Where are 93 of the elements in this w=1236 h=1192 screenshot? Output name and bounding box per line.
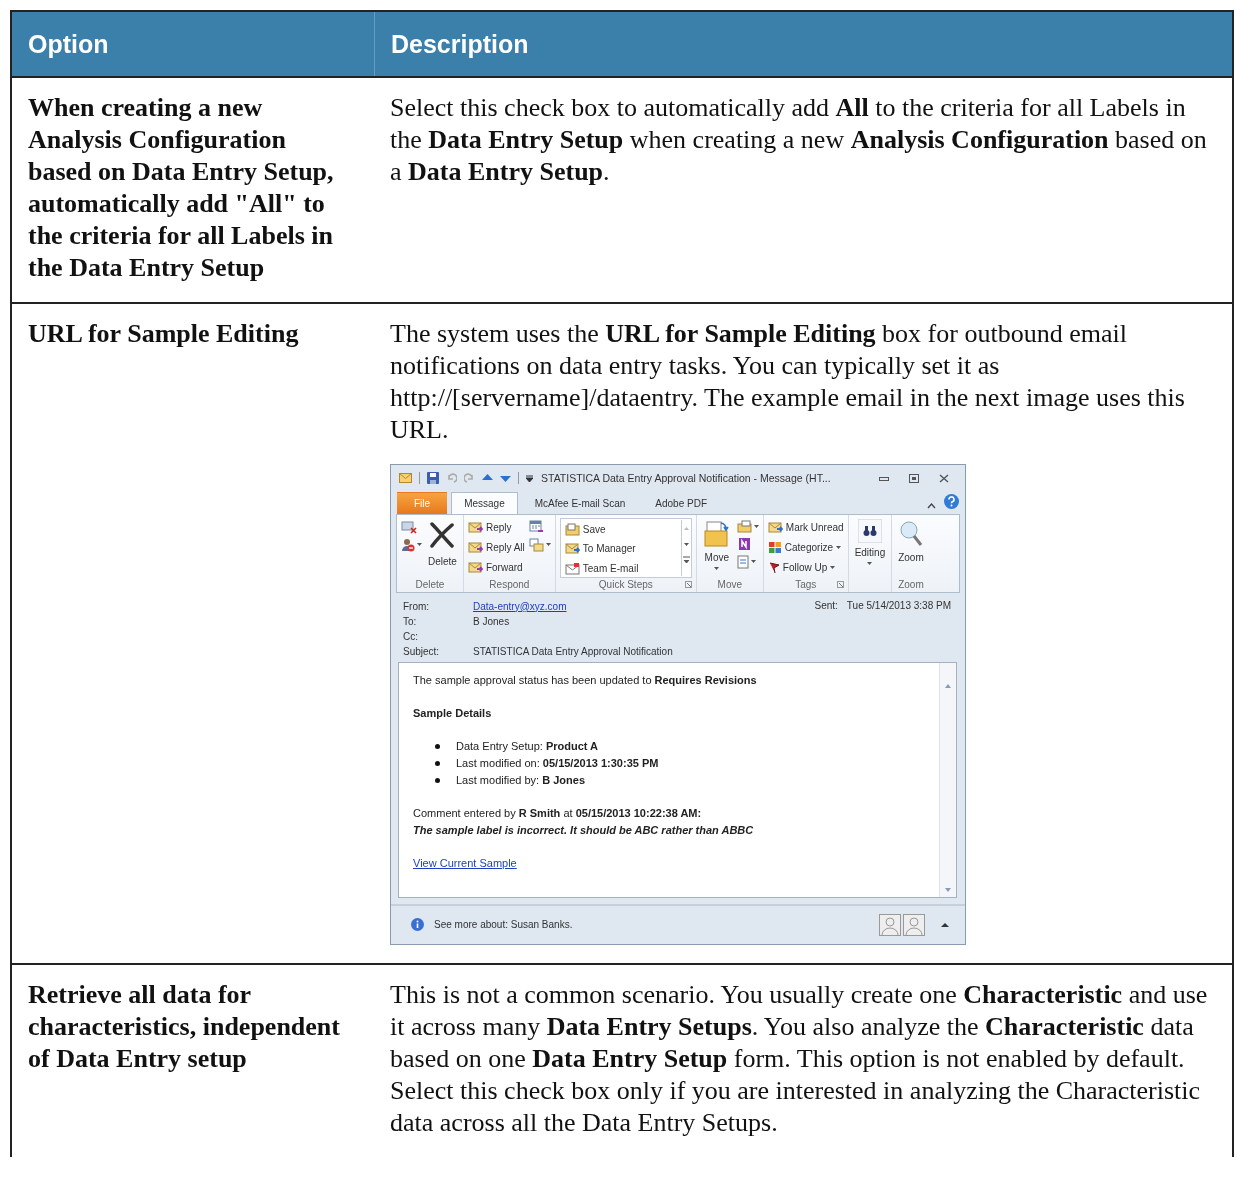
bullet-icon (435, 760, 440, 766)
field-label: Subject: (403, 644, 441, 658)
up-arrow-icon[interactable] (482, 474, 493, 483)
group-label: Quick Steps (598, 578, 653, 592)
group-label: Respond (489, 578, 530, 592)
envelope-icon (467, 521, 483, 535)
person-icon[interactable] (903, 913, 925, 936)
caret-icon (753, 524, 759, 528)
comment-text: The sample label is incorrect. It should be ABC rather than ABBC (413, 822, 755, 838)
magnifier-icon (899, 519, 923, 548)
editing-button[interactable]: Editing (852, 517, 888, 567)
view-sample-link[interactable]: View Current Sample (413, 856, 517, 869)
recipient: B Jones (473, 614, 510, 628)
people-pane-text: See more about: Susan Banks. (434, 918, 573, 932)
envelope-icon (767, 521, 783, 535)
expand-icon[interactable] (941, 921, 949, 928)
group-label: Tags (795, 578, 817, 592)
group-label: Zoom (898, 578, 924, 592)
person-icon[interactable] (879, 913, 901, 936)
customize-caret-icon[interactable] (526, 474, 533, 482)
column-header: Option (27, 28, 110, 60)
option-name: Retrieve all data for characteristics, independent of Data Entry setup (28, 979, 341, 1075)
ribbon-button[interactable]: Categorize (767, 539, 844, 556)
move-button[interactable]: Move (700, 517, 733, 572)
dialog-launcher-icon[interactable] (836, 580, 844, 588)
message-text: The sample approval status has been updated to Requires Revisions (413, 672, 758, 688)
option-name: When creating a new Analysis Configuration based on Data Entry Setup, automatically add "All" to the criteria for all Labels in the Data Entry Setup (28, 92, 335, 284)
list-item: Last modified by: B Jones (456, 772, 585, 788)
field-label: From: (403, 599, 431, 613)
quick-step-button[interactable]: Save (564, 521, 677, 538)
delete-icon (429, 521, 456, 548)
ribbon-tab[interactable]: Message (451, 491, 518, 514)
onenote-icon[interactable] (736, 536, 751, 551)
bullet-icon (435, 743, 440, 749)
ribbon-button[interactable]: Follow Up (767, 559, 844, 576)
caret-icon (417, 543, 422, 547)
caret-icon (714, 566, 720, 570)
flag-icon (767, 561, 780, 575)
caret-icon (545, 543, 551, 547)
comment-byline: Comment entered by R Smith at 05/15/2013 10:22:38 AM: (413, 805, 703, 821)
junk-icon[interactable] (401, 537, 415, 552)
ribbon-tab[interactable]: Adobe PDF (642, 491, 720, 514)
envelope-icon (467, 541, 483, 555)
delete-button[interactable]: Delete (426, 517, 459, 570)
caret-icon (836, 546, 842, 550)
save-icon[interactable] (427, 472, 439, 485)
envelope-icon (399, 473, 412, 484)
quick-step-button[interactable]: To Manager (564, 541, 677, 557)
bullet-icon (435, 777, 440, 783)
option-name: URL for Sample Editing (28, 318, 300, 350)
list-item: Last modified on: 05/15/2013 1:30:35 PM (456, 755, 659, 771)
group-label: Move (717, 578, 743, 592)
ribbon-button[interactable]: Forward (467, 559, 525, 576)
subject: STATISTICA Data Entry Approval Notification (473, 644, 673, 658)
column-header: Description (374, 12, 1232, 76)
ignore-icon[interactable] (401, 519, 417, 534)
envelope-icon (564, 542, 580, 556)
sender-link[interactable]: Data-entry@xyz.com (473, 599, 567, 613)
caret-icon (750, 560, 756, 564)
info-icon (411, 918, 424, 932)
window-title: STATISTICA Data Entry Approval Notification - Message (HT... (541, 471, 832, 485)
quick-step-button[interactable]: Team E-mail (564, 560, 677, 576)
ribbon-button[interactable]: Reply All (467, 539, 525, 556)
close-icon[interactable] (939, 473, 949, 483)
field-label: Sent: (814, 598, 838, 613)
ribbon-tab[interactable]: McAfee E-mail Scan (521, 491, 639, 514)
description-text: This is not a common scenario. You usually create one Characteristic and use it across many Data Entry Setups. You also analyze the Characteristic data based on one Data Entry Setup form. This option is not enabled by default. Select this check box only if you are interested in analyzing the Characteristic data across all the Data Entry Setups. (390, 979, 1209, 1139)
group-label: Delete (415, 578, 445, 592)
binoculars-icon (857, 518, 882, 543)
zoom-button[interactable]: Zoom (896, 517, 926, 566)
field-label: Cc: (403, 629, 419, 643)
caret-icon (830, 566, 836, 570)
ribbon-button[interactable]: Mark Unread (767, 519, 844, 536)
description-text: The system uses the URL for Sample Editing box for outbound email notifications on data entry tasks. You can typically set it as http://[servername]/dataentry. The example email in the next image uses this URL. (390, 318, 1186, 446)
restore-icon[interactable] (909, 473, 919, 483)
caret-icon (867, 561, 873, 565)
collapse-ribbon-icon[interactable] (927, 502, 936, 509)
folder-icon (564, 522, 580, 536)
categories-icon (767, 541, 782, 555)
message-heading: Sample Details (413, 705, 493, 721)
meeting-icon[interactable] (528, 519, 544, 534)
description-text: Select this check box to automatically add All to the criteria for all Labels in the Data Entry Setup when creating a new Analysis Configuration based on a Data Entry Setup. (390, 92, 1208, 188)
envelope-icon (467, 561, 483, 575)
scrollbar[interactable] (939, 662, 956, 897)
field-label: To: (403, 614, 418, 628)
folder-icon (702, 519, 731, 548)
list-item: Data Entry Setup: Product A (456, 738, 599, 754)
help-icon[interactable] (944, 493, 959, 509)
down-arrow-icon[interactable] (500, 474, 511, 483)
ribbon-button[interactable]: Reply (467, 519, 525, 536)
envelope-icon (564, 561, 580, 575)
sent-date: Tue 5/14/2013 3:38 PM (846, 598, 951, 613)
dialog-launcher-icon[interactable] (684, 580, 692, 588)
